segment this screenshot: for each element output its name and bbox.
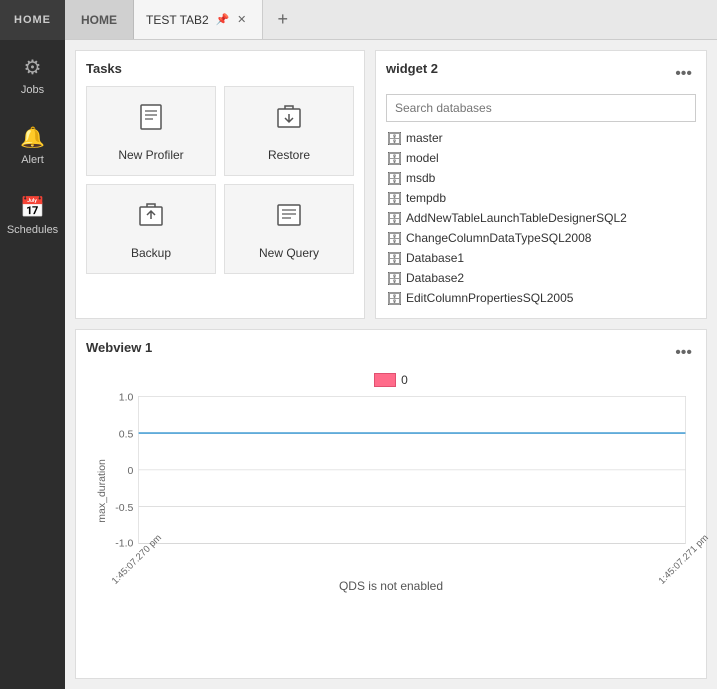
top-row: Tasks New Profiler [75,50,707,319]
webview-header: Webview 1 ••• [86,340,696,365]
db-name: AddNewTableLaunchTableDesignerSQL2 [406,211,627,225]
sidebar: HOME ⚙ Jobs 🔔 Alert 📅 Schedules [0,0,65,689]
jobs-label: Jobs [21,84,44,96]
widget2-title: widget 2 [386,61,438,76]
restore-label: Restore [268,148,310,162]
tasks-widget: Tasks New Profiler [75,50,365,319]
db-list-item[interactable]: 🗄 EditColumnPropertiesSQL2005 [386,288,696,308]
database-icon: 🗄 [386,211,400,225]
task-restore[interactable]: Restore [224,86,354,176]
restore-icon [273,101,305,140]
widget2-menu-button[interactable]: ••• [671,65,696,83]
new-query-icon [273,199,305,238]
svg-text:1.0: 1.0 [119,391,134,403]
chart-subtitle: QDS is not enabled [86,579,696,593]
tab-pin-icon[interactable]: 📌 [215,12,231,28]
tasks-title: Tasks [86,61,354,76]
task-new-query[interactable]: New Query [224,184,354,274]
tab-action-icons: 📌 ✕ [215,12,250,28]
db-name: model [406,151,439,165]
add-tab-icon: + [277,9,288,30]
database-icon: 🗄 [386,251,400,265]
svg-text:-1.0: -1.0 [115,538,133,550]
jobs-icon: ⚙ [24,55,42,80]
alert-label: Alert [21,154,44,166]
tab-add-button[interactable]: + [263,0,303,39]
task-backup[interactable]: Backup [86,184,216,274]
sidebar-item-alert[interactable]: 🔔 Alert [0,110,65,180]
chart-svg: max_duration 1.0 0.5 0 -0.5 [86,391,696,570]
home-nav[interactable]: HOME [0,0,65,40]
db-list-item[interactable]: 🗄 ChangeColumnDataTypeSQL2008 [386,228,696,248]
db-list-item[interactable]: 🗄 tempdb [386,188,696,208]
backup-label: Backup [131,246,171,260]
main-area: HOME TEST TAB2 📌 ✕ + Tasks [65,0,717,689]
svg-text:0: 0 [128,465,134,477]
task-new-profiler[interactable]: New Profiler [86,86,216,176]
database-icon: 🗄 [386,171,400,185]
widget2: widget 2 ••• 🗄 master 🗄 model 🗄 msdb 🗄 tempdb 🗄 A… [375,50,707,319]
alert-icon: 🔔 [20,125,45,150]
content-area: Tasks New Profiler [65,40,717,689]
database-list: 🗄 master 🗄 model 🗄 msdb 🗄 tempdb 🗄 AddNewTableLau… [386,128,696,308]
database-icon: 🗄 [386,151,400,165]
tab-home[interactable]: HOME [65,0,134,39]
database-icon: 🗄 [386,291,400,305]
search-databases-input[interactable] [386,94,696,122]
webview-widget: Webview 1 ••• 0 max_duration [75,329,707,679]
db-list-item[interactable]: 🗄 msdb [386,168,696,188]
db-name: tempdb [406,191,446,205]
database-icon: 🗄 [386,131,400,145]
db-name: Database2 [406,271,464,285]
home-label: HOME [14,14,51,26]
db-list-item[interactable]: 🗄 Database1 [386,248,696,268]
home-tab-label: HOME [81,13,117,27]
legend-box [374,373,396,387]
tab-bar: HOME TEST TAB2 📌 ✕ + [65,0,717,40]
webview-menu-button[interactable]: ••• [671,344,696,362]
new-query-label: New Query [259,246,319,260]
db-list-item[interactable]: 🗄 Database2 [386,268,696,288]
db-name: Database1 [406,251,464,265]
widget2-header: widget 2 ••• [386,61,696,86]
legend-label: 0 [401,373,408,387]
new-profiler-icon [135,101,167,140]
chart-area: 0 max_duration [86,373,696,668]
sidebar-item-jobs[interactable]: ⚙ Jobs [0,40,65,110]
svg-text:max_duration: max_duration [96,459,108,523]
svg-text:0.5: 0.5 [119,428,134,440]
tab-close-icon[interactable]: ✕ [234,12,250,28]
svg-text:-0.5: -0.5 [115,502,133,514]
db-name: master [406,131,443,145]
db-name: EditColumnPropertiesSQL2005 [406,291,573,305]
db-list-item[interactable]: 🗄 AddNewTableLaunchTableDesignerSQL2 [386,208,696,228]
db-list-item[interactable]: 🗄 model [386,148,696,168]
db-list-item[interactable]: 🗄 master [386,128,696,148]
schedules-label: Schedules [7,224,58,236]
webview-title: Webview 1 [86,340,152,355]
tab-label: TEST TAB2 [146,13,209,27]
db-name: ChangeColumnDataTypeSQL2008 [406,231,591,245]
schedules-icon: 📅 [20,195,45,220]
sidebar-item-schedules[interactable]: 📅 Schedules [0,180,65,250]
tasks-grid: New Profiler Restore [86,86,354,274]
database-icon: 🗄 [386,271,400,285]
database-icon: 🗄 [386,191,400,205]
backup-icon [135,199,167,238]
new-profiler-label: New Profiler [118,148,183,162]
db-name: msdb [406,171,435,185]
database-icon: 🗄 [386,231,400,245]
tab-test-tab2[interactable]: TEST TAB2 📌 ✕ [134,0,263,39]
